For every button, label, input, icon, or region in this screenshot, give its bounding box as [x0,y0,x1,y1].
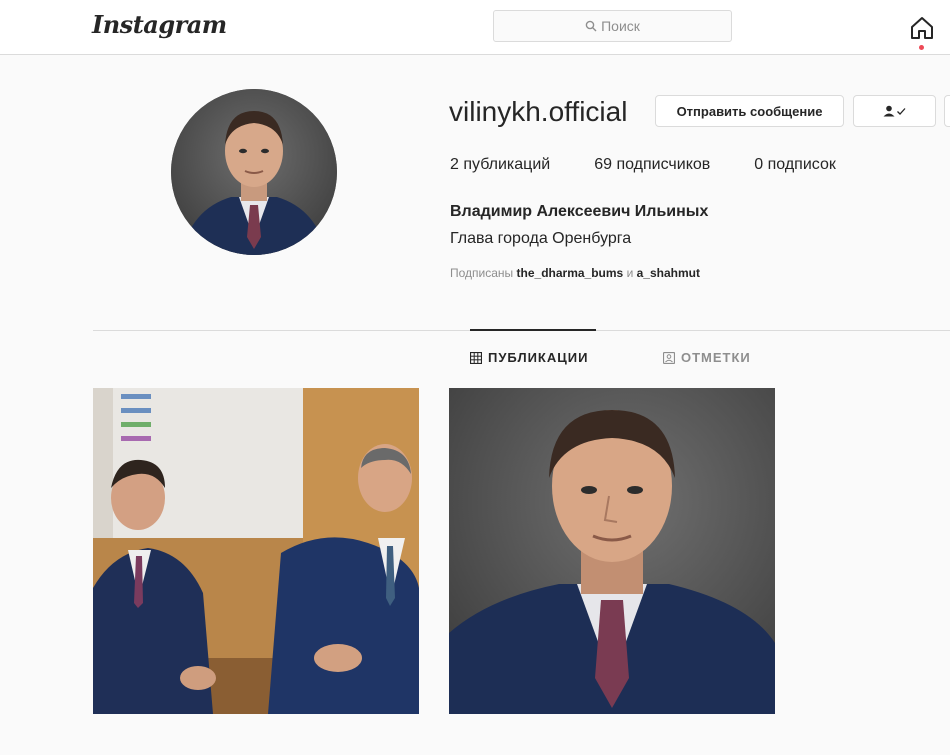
search-input[interactable]: Поиск [493,10,732,42]
search-placeholder: Поиск [601,18,640,34]
user-check-icon [883,105,905,117]
tab-posts-label: ПУБЛИКАЦИИ [488,350,589,365]
grid-icon [470,351,482,364]
avatar-photo [171,89,337,255]
profile-stats: 2 публикаций 69 подписчиков 0 подписок [450,156,880,174]
instagram-logo[interactable]: Instagram [92,10,227,39]
following-count[interactable]: 0 подписок [754,156,836,174]
profile-bio: Глава города Оренбурга [450,230,632,247]
active-tab-indicator [470,329,596,331]
followed-by-user[interactable]: the_dharma_bums [517,266,624,280]
tagged-icon [663,351,675,364]
tab-tagged-label: ОТМЕТКИ [681,350,751,365]
post-photo-portrait [449,388,775,714]
profile-avatar[interactable] [171,89,337,255]
following-button[interactable] [853,95,936,127]
followed-by-text: Подписаны the_dharma_bums и a_shahmut [450,266,700,280]
followed-by-user[interactable]: a_shahmut [637,266,700,280]
followers-count[interactable]: 69 подписчиков [594,156,710,174]
tab-posts[interactable]: ПУБЛИКАЦИИ [470,350,588,365]
posts-count: 2 публикаций [450,156,551,173]
followed-by-joiner: и [626,266,634,280]
home-icon[interactable] [908,14,936,42]
search-icon [585,20,597,32]
tab-tagged[interactable]: ОТМЕТКИ [663,350,751,365]
profile-username: vilinykh.official [449,96,628,127]
post-thumbnail[interactable] [93,388,419,714]
profile-full-name: Владимир Алексеевич Ильиных [450,203,709,220]
top-nav-bar: Instagram Поиск [0,0,950,55]
followed-by-prefix: Подписаны [450,266,514,280]
post-photo-meeting [93,388,419,714]
options-button[interactable] [944,95,950,127]
send-message-button[interactable]: Отправить сообщение [655,95,844,127]
post-thumbnail[interactable] [449,388,775,714]
notification-dot [919,45,924,50]
